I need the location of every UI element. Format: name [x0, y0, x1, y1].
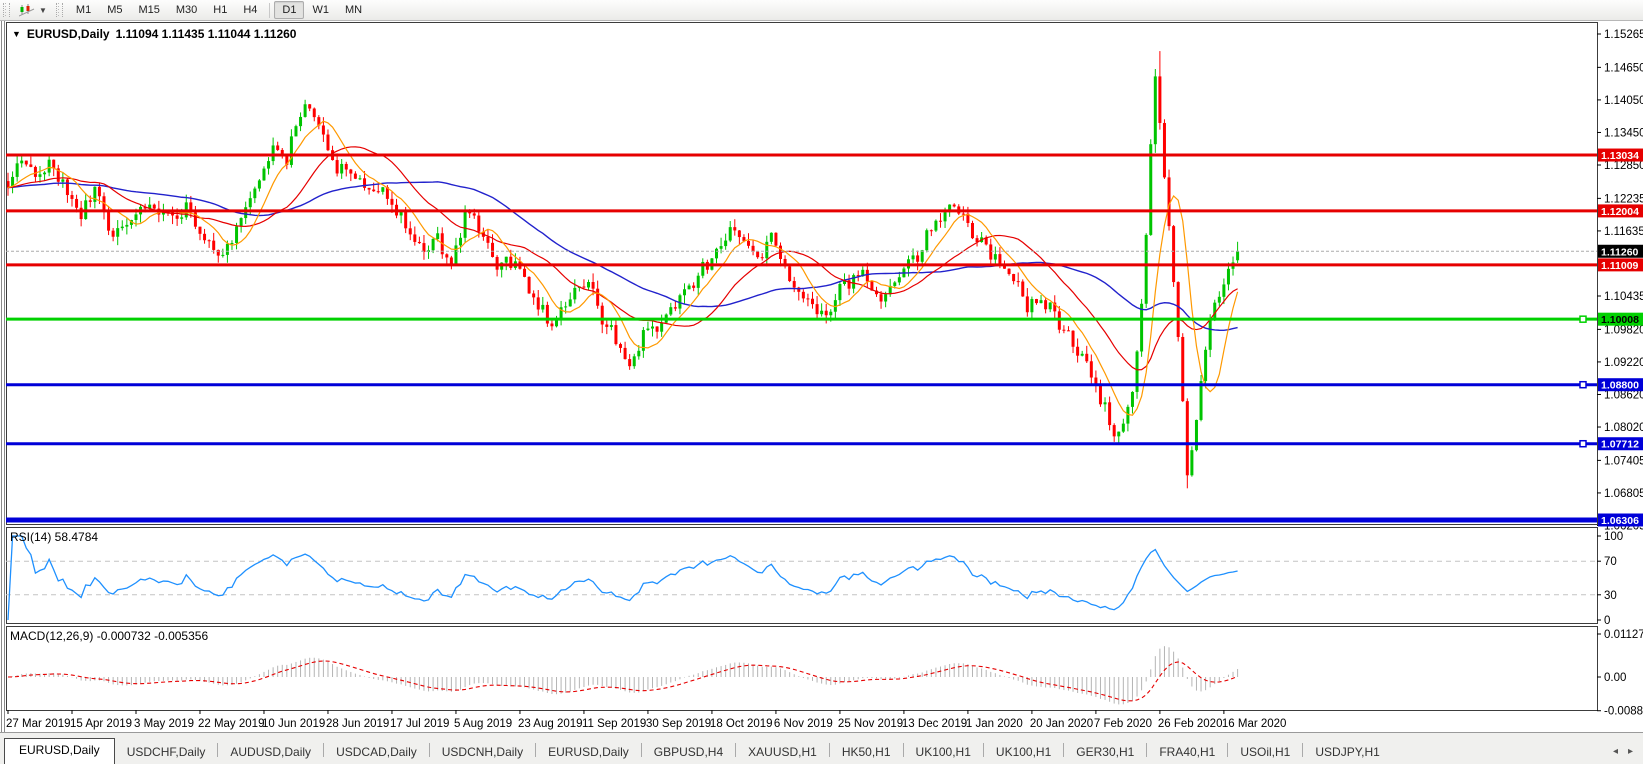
svg-text:30: 30 — [1604, 590, 1617, 602]
tab-scroll-right-icon[interactable]: ▸ — [1628, 746, 1633, 757]
svg-text:28 Jun 2019: 28 Jun 2019 — [326, 718, 389, 730]
mt4-terminal: ▼ M1 M5 M15 M30 H1 H4 D1 W1 MN 1.15265 1.14650 1.1… — [0, 0, 1643, 764]
chart-tab-usdjpy-h1[interactable]: USDJPY,H1 — [1303, 741, 1391, 764]
chevron-down-icon[interactable]: ▼ — [39, 6, 47, 15]
svg-text:1.12235: 1.12235 — [1604, 193, 1643, 205]
svg-text:27 Mar 2019: 27 Mar 2019 — [6, 718, 71, 730]
svg-text:1.15265: 1.15265 — [1604, 29, 1643, 41]
svg-text:1.06306: 1.06306 — [1601, 515, 1639, 527]
chart-collapse-icon[interactable]: ▼ — [12, 29, 21, 39]
svg-text:13 Dec 2019: 13 Dec 2019 — [902, 718, 967, 730]
svg-text:0.00: 0.00 — [1604, 672, 1626, 684]
rsi-indicator-label: RSI(14) 58.4784 — [10, 530, 99, 544]
timeframe-button-mn[interactable]: MN — [337, 1, 370, 19]
price-axis-badges: 1.13034 1.12004 1.11009 1.10008 1.08800 1.077… — [1598, 148, 1643, 527]
timeframe-button-h1[interactable]: H1 — [205, 1, 235, 19]
tab-scroll-arrows: ◂ ▸ — [1613, 746, 1633, 757]
chart-tab-eurusd-daily[interactable]: EURUSD,Daily — [536, 741, 641, 764]
timeframe-button-m1[interactable]: M1 — [68, 1, 99, 19]
macd-indicator-label: MACD(12,26,9) -0.000732 -0.005356 — [10, 629, 209, 643]
toolbar-grip-2[interactable] — [55, 3, 63, 17]
svg-text:0: 0 — [1604, 615, 1610, 627]
svg-text:1.10008: 1.10008 — [1601, 314, 1639, 326]
svg-text:0.011277: 0.011277 — [1604, 629, 1643, 641]
chart-tab-ger30-h1[interactable]: GER30,H1 — [1064, 741, 1146, 764]
svg-text:1.13450: 1.13450 — [1604, 127, 1643, 139]
svg-text:1.08020: 1.08020 — [1604, 422, 1643, 434]
price-chart-canvas[interactable]: 1.152651.146501.140501.134501.128501.122… — [0, 21, 1643, 764]
chart-tab-usdcnh-daily[interactable]: USDCNH,Daily — [430, 741, 535, 764]
svg-text:1.07712: 1.07712 — [1601, 439, 1639, 451]
timeframe-button-d1[interactable]: D1 — [274, 1, 305, 19]
svg-text:11 Sep 2019: 11 Sep 2019 — [582, 718, 646, 730]
chart-tab-xauusd-h1[interactable]: XAUUSD,H1 — [736, 741, 829, 764]
svg-text:70: 70 — [1604, 556, 1617, 568]
chart-tab-hk50-h1[interactable]: HK50,H1 — [830, 741, 903, 764]
timeframe-button-m5[interactable]: M5 — [99, 1, 130, 19]
chart-window: 1.15265 1.14650 1.14050 1.13450 1.12850 1.122… — [0, 21, 1643, 764]
timeframe-button-m30[interactable]: M30 — [168, 1, 205, 19]
svg-text:1.11635: 1.11635 — [1604, 226, 1643, 238]
chart-tab-audusd-daily[interactable]: AUDUSD,Daily — [218, 741, 323, 764]
svg-text:22 May 2019: 22 May 2019 — [198, 718, 265, 730]
svg-text:16 Mar 2020: 16 Mar 2020 — [1222, 718, 1287, 730]
svg-text:15 Apr 2019: 15 Apr 2019 — [70, 718, 132, 730]
price-axis[interactable]: 1.152651.146501.140501.134501.128501.122… — [1597, 29, 1643, 532]
svg-text:1.08800: 1.08800 — [1601, 380, 1639, 392]
svg-text:26 Feb 2020: 26 Feb 2020 — [1158, 718, 1223, 730]
chart-tab-uk100-h1[interactable]: UK100,H1 — [904, 741, 983, 764]
svg-text:23 Aug 2019: 23 Aug 2019 — [518, 718, 583, 730]
timeframe-button-w1[interactable]: W1 — [304, 1, 337, 19]
svg-text:1 Jan 2020: 1 Jan 2020 — [966, 718, 1023, 730]
timeframe-button-h4[interactable]: H4 — [235, 1, 265, 19]
svg-text:10 Jun 2019: 10 Jun 2019 — [262, 718, 325, 730]
svg-text:1.14050: 1.14050 — [1604, 95, 1643, 107]
chart-tab-gbpusd-h4[interactable]: GBPUSD,H4 — [642, 741, 735, 764]
chart-style-icon[interactable] — [19, 3, 35, 17]
svg-text:1.12004: 1.12004 — [1601, 206, 1639, 218]
chart-tab-fra40-h1[interactable]: FRA40,H1 — [1147, 741, 1227, 764]
timeframe-buttons: M1 M5 M15 M30 H1 H4 D1 W1 MN — [68, 1, 370, 19]
svg-text:1.10435: 1.10435 — [1604, 291, 1643, 303]
svg-text:1.07405: 1.07405 — [1604, 455, 1643, 467]
svg-text:1.06805: 1.06805 — [1604, 488, 1643, 500]
chart-tab-bar: EURUSD,Daily USDCHF,Daily AUDUSD,Daily USDC… — [0, 732, 1643, 764]
svg-text:1.09220: 1.09220 — [1604, 357, 1643, 369]
svg-text:30 Sep 2019: 30 Sep 2019 — [646, 718, 711, 730]
svg-text:1.11260: 1.11260 — [1601, 246, 1639, 258]
time-axis[interactable]: 27 Mar 2019 15 Apr 2019 3 May 2019 22 May 2… — [6, 710, 1286, 730]
svg-text:7 Feb 2020: 7 Feb 2020 — [1094, 718, 1152, 730]
svg-text:100: 100 — [1604, 531, 1623, 543]
svg-text:25 Nov 2019: 25 Nov 2019 — [838, 718, 903, 730]
svg-text:17 Jul 2019: 17 Jul 2019 — [390, 718, 449, 730]
chart-title: ▼ EURUSD,Daily 1.11094 1.11435 1.11044 1… — [12, 27, 296, 41]
chart-tab-usoil-h1[interactable]: USOil,H1 — [1228, 741, 1302, 764]
svg-text:1.11009: 1.11009 — [1601, 260, 1639, 272]
timeframe-button-m15[interactable]: M15 — [130, 1, 167, 19]
chart-tab-eurusd-daily[interactable]: EURUSD,Daily — [4, 738, 115, 764]
timeframe-toolbar: ▼ M1 M5 M15 M30 H1 H4 D1 W1 MN — [0, 0, 1643, 21]
tab-scroll-left-icon[interactable]: ◂ — [1613, 746, 1618, 757]
svg-text:5 Aug 2019: 5 Aug 2019 — [454, 718, 512, 730]
svg-text:1.14650: 1.14650 — [1604, 62, 1643, 74]
svg-text:3 May 2019: 3 May 2019 — [134, 718, 194, 730]
chart-ohlc-values: 1.11094 1.11435 1.11044 1.11260 — [115, 27, 297, 41]
chart-tab-uk100-h1[interactable]: UK100,H1 — [984, 741, 1063, 764]
chart-tab-usdcad-daily[interactable]: USDCAD,Daily — [324, 741, 429, 764]
svg-text:20 Jan 2020: 20 Jan 2020 — [1030, 718, 1093, 730]
svg-text:-0.008845: -0.008845 — [1604, 706, 1643, 718]
toolbar-separator — [269, 2, 271, 18]
chart-symbol: EURUSD,Daily — [26, 27, 110, 41]
svg-text:18 Oct 2019: 18 Oct 2019 — [710, 718, 773, 730]
toolbar-grip[interactable] — [3, 3, 10, 17]
svg-text:1.13034: 1.13034 — [1601, 150, 1639, 162]
svg-text:6 Nov 2019: 6 Nov 2019 — [774, 718, 833, 730]
chart-tab-usdchf-daily[interactable]: USDCHF,Daily — [115, 741, 218, 764]
